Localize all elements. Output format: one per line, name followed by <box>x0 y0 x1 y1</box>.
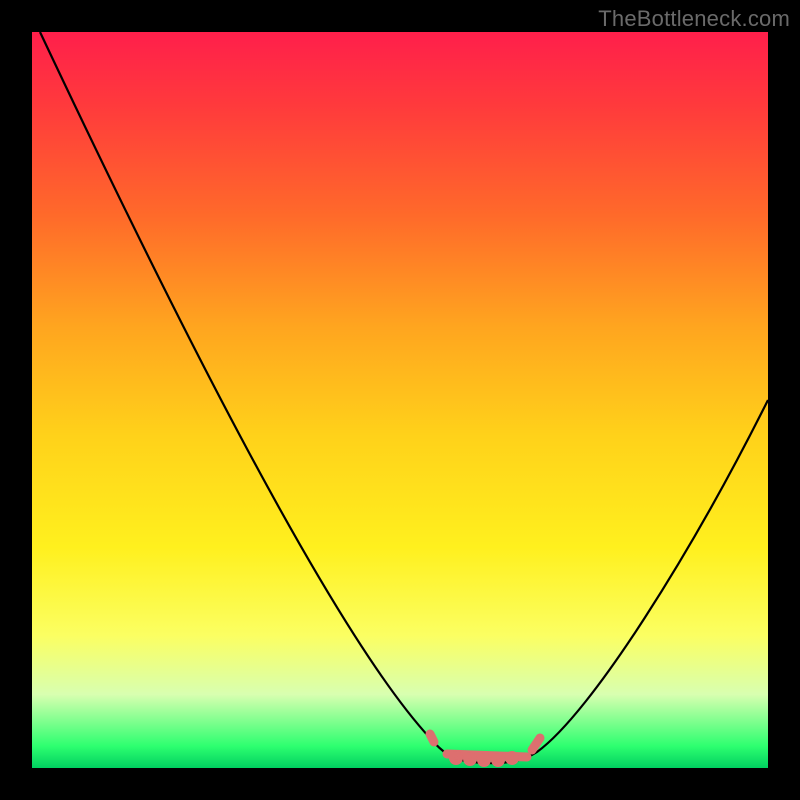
chart-frame: TheBottleneck.com <box>0 0 800 800</box>
bottleneck-curve <box>40 32 768 763</box>
plot-area <box>32 32 768 768</box>
watermark-text: TheBottleneck.com <box>598 6 790 32</box>
curve-layer <box>32 32 768 768</box>
optimal-band-marker <box>430 734 540 763</box>
